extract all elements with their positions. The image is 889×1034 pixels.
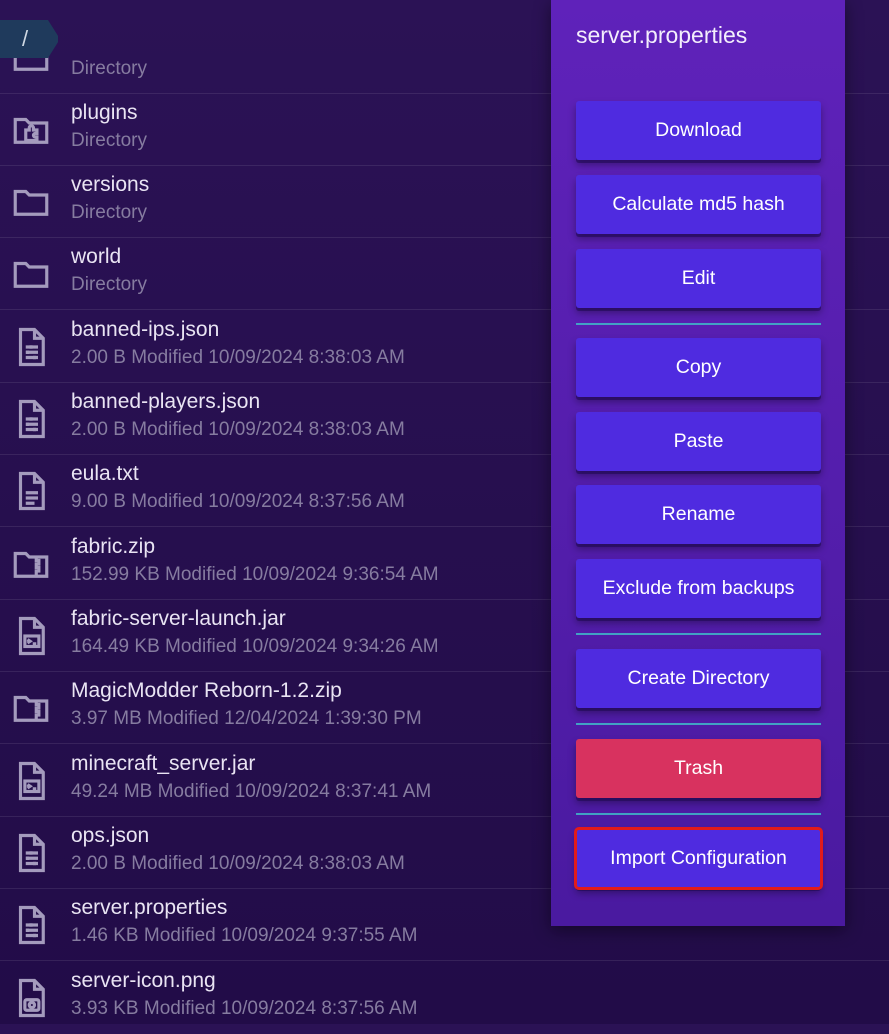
breadcrumb-path[interactable]: /	[22, 26, 28, 52]
divider	[576, 323, 821, 325]
config-file-icon	[10, 398, 52, 440]
exclude-from-backups-button[interactable]: Exclude from backups	[576, 559, 821, 618]
rename-button[interactable]: Rename	[576, 485, 821, 544]
file-name: world	[71, 245, 122, 268]
file-context-menu: server.properties Download Calculate md5…	[551, 0, 845, 926]
file-meta: 2.00 B Modified 10/09/2024 8:38:03 AM	[71, 347, 405, 368]
zip-folder-icon	[10, 543, 52, 585]
file-name: banned-players.json	[71, 390, 261, 413]
edit-button[interactable]: Edit	[576, 249, 821, 308]
file-name: ops.json	[71, 824, 150, 847]
download-button[interactable]: Download	[576, 101, 821, 160]
file-meta: 2.00 B Modified 10/09/2024 8:38:03 AM	[71, 853, 405, 874]
file-name: MagicModder Reborn-1.2.zip	[71, 679, 342, 702]
file-name: fabric.zip	[71, 535, 156, 558]
image-file-icon	[10, 977, 52, 1019]
config-file-icon	[10, 904, 52, 946]
copy-button[interactable]: Copy	[576, 338, 821, 397]
file-meta: 3.93 KB Modified 10/09/2024 8:37:56 AM	[71, 998, 418, 1019]
import-configuration-button[interactable]: Import Configuration	[574, 827, 823, 890]
file-name: server-icon.png	[71, 969, 216, 992]
trash-button[interactable]: Trash	[576, 739, 821, 798]
file-name: server.properties	[71, 896, 228, 919]
file-name: eula.txt	[71, 462, 139, 485]
executable-file-icon	[10, 760, 52, 802]
zip-folder-icon	[10, 687, 52, 729]
divider	[576, 723, 821, 725]
file-meta: Directory	[71, 202, 148, 223]
menu-title: server.properties	[576, 22, 748, 48]
file-meta: 9.00 B Modified 10/09/2024 8:37:56 AM	[71, 491, 405, 512]
config-file-icon	[10, 326, 52, 368]
file-name: fabric-server-launch.jar	[71, 607, 286, 630]
folder-icon	[10, 253, 52, 295]
file-meta: 49.24 MB Modified 10/09/2024 8:37:41 AM	[71, 781, 432, 802]
file-meta: Directory	[71, 274, 148, 295]
divider	[576, 633, 821, 635]
paste-button[interactable]: Paste	[576, 412, 821, 471]
config-file-icon	[10, 832, 52, 874]
file-name: banned-ips.json	[71, 318, 220, 341]
file-meta: 152.99 KB Modified 10/09/2024 9:36:54 AM	[71, 564, 439, 585]
file-meta: 1.46 KB Modified 10/09/2024 9:37:55 AM	[71, 925, 418, 946]
calculate-md5-button[interactable]: Calculate md5 hash	[576, 175, 821, 234]
file-meta: 164.49 KB Modified 10/09/2024 9:34:26 AM	[71, 636, 439, 657]
file-name: plugins	[71, 101, 138, 124]
file-meta: Directory	[71, 58, 148, 79]
file-meta: Directory	[71, 130, 148, 151]
folder-icon	[10, 181, 52, 223]
executable-file-icon	[10, 615, 52, 657]
create-directory-button[interactable]: Create Directory	[576, 649, 821, 708]
breadcrumb[interactable]: /	[0, 20, 58, 58]
plugin-folder-icon	[10, 109, 52, 151]
file-meta: 2.00 B Modified 10/09/2024 8:38:03 AM	[71, 419, 405, 440]
file-name: versions	[71, 173, 150, 196]
file-name: minecraft_server.jar	[71, 752, 256, 775]
file-meta: 3.97 MB Modified 12/04/2024 1:39:30 PM	[71, 708, 422, 729]
file-row[interactable]: server-icon.png 3.93 KB Modified 10/09/2…	[0, 962, 889, 1034]
text-file-icon	[10, 470, 52, 512]
divider	[576, 813, 821, 815]
